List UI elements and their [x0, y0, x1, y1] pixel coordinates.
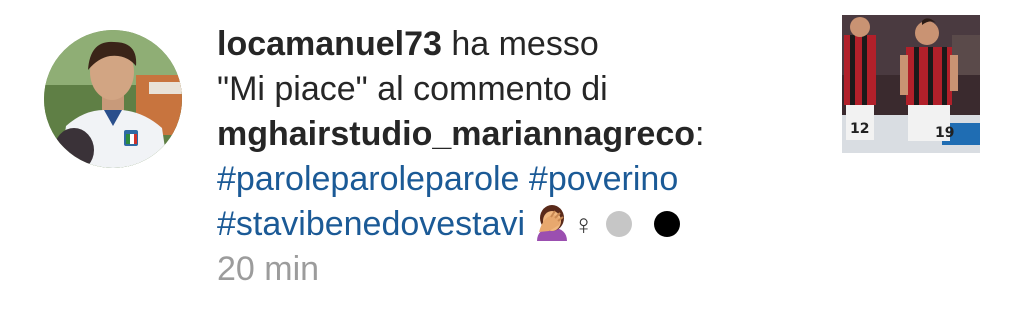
- grey-circle-icon: [606, 211, 633, 237]
- action-text: ha messo: [451, 25, 599, 63]
- face-palm-icon: [533, 205, 571, 253]
- female-sign-icon: ♀: [573, 209, 595, 240]
- hashtag-link[interactable]: #stavibenedovestavi: [217, 205, 525, 243]
- avatar-photo: [44, 30, 182, 168]
- thumbnail-photo: 12 19: [842, 15, 980, 153]
- username-link[interactable]: locamanuel73: [217, 25, 442, 63]
- hashtag-link[interactable]: #poverino: [529, 160, 678, 198]
- post-thumbnail[interactable]: 12 19: [842, 15, 980, 153]
- notification-text: locamanuel73 ha messo "Mi piace" al comm…: [217, 22, 817, 292]
- action-text-line2: "Mi piace" al commento di: [217, 70, 608, 108]
- timestamp: 20 min: [217, 250, 320, 288]
- hashtag-link[interactable]: #paroleparoleparole: [217, 160, 519, 198]
- commenter-username-link[interactable]: mghairstudio_mariannagreco: [217, 115, 695, 153]
- user-avatar[interactable]: [44, 30, 182, 168]
- colon: :: [695, 115, 705, 153]
- activity-notification[interactable]: locamanuel73 ha messo "Mi piace" al comm…: [0, 0, 1024, 331]
- jersey-number: 12: [850, 121, 869, 137]
- jersey-number: 19: [935, 125, 954, 141]
- black-circle-icon: [654, 211, 681, 237]
